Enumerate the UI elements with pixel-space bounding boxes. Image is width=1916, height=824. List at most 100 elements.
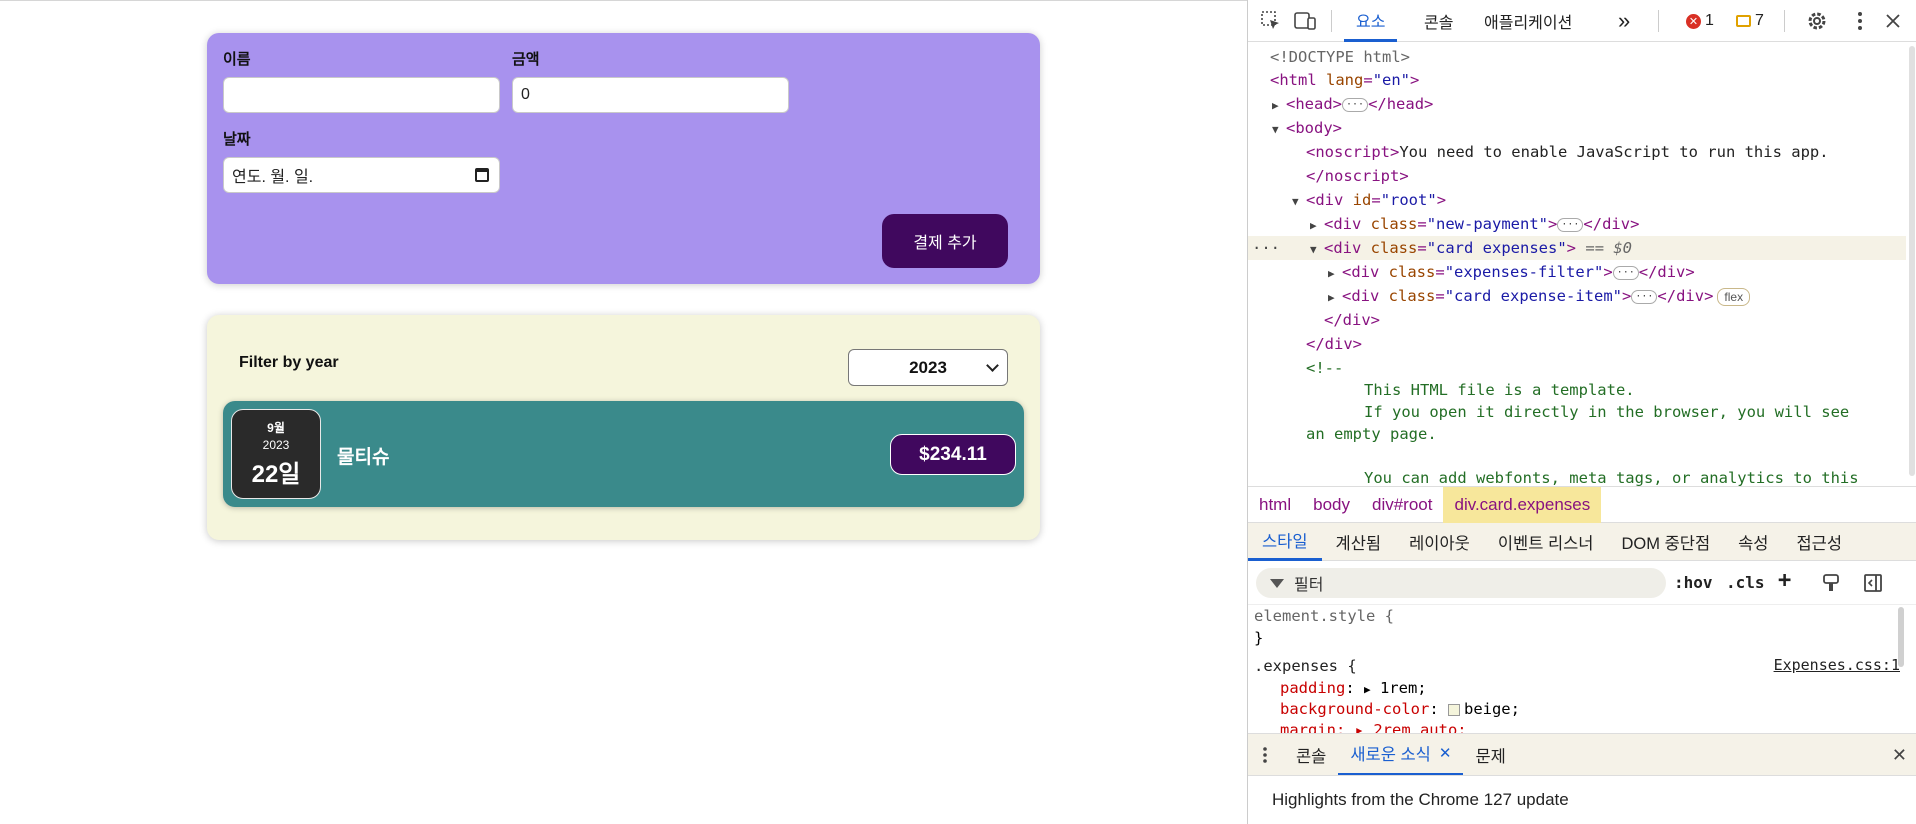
expand-triangle-icon[interactable]: ▶ [1272, 94, 1286, 118]
expand-triangle-icon[interactable]: ▶ [1328, 286, 1342, 310]
collapse-triangle-icon[interactable]: ▼ [1310, 238, 1324, 262]
dom-node-noscript[interactable]: <noscript>You need to enable JavaScript … [1248, 140, 1906, 164]
color-swatch[interactable] [1447, 703, 1460, 716]
devtools-panel: 요소 콘솔 애플리케이션 » ✕ 1 7 <!DOCTYPE html> <ht… [1247, 0, 1916, 824]
breadcrumb-html[interactable]: html [1248, 487, 1302, 523]
dom-node-body[interactable]: ▼ <body> [1248, 116, 1906, 140]
collapse-triangle-icon[interactable]: ▼ [1292, 190, 1306, 214]
name-label: 이름 [223, 51, 251, 68]
dom-comment-line: You can add webfonts, meta tags, or anal… [1364, 469, 1859, 486]
name-input[interactable] [223, 77, 500, 113]
dom-node-expense-item[interactable]: ▶ <div class="card expense-item"> ··· </div… [1248, 284, 1906, 308]
sidebar-toggle-icon[interactable] [1860, 570, 1886, 596]
expand-triangle-icon[interactable]: ▶ [1328, 262, 1342, 286]
whats-new-content: Highlights from the Chrome 127 update [1248, 775, 1916, 824]
tab-layout[interactable]: 레이아웃 [1395, 523, 1484, 561]
expense-item[interactable]: 9월 2023 22일 물티슈 $234.11 [223, 401, 1024, 507]
dom-node-html[interactable]: <html lang="en"> [1248, 68, 1906, 92]
styles-filter-input[interactable]: 필터 [1256, 568, 1666, 598]
year-select[interactable]: 2023 [848, 349, 1008, 386]
collapsed-ellipsis[interactable]: ··· [1557, 217, 1584, 232]
calendar-icon[interactable] [475, 168, 489, 182]
tab-console[interactable]: 콘솔 [1414, 0, 1463, 42]
styles-pane: element.style { } .expenses { Expenses.c… [1248, 605, 1906, 733]
collapsed-ellipsis[interactable]: ··· [1631, 289, 1658, 304]
drawer-tab-whats-new[interactable]: 새로운 소식 ✕ [1338, 734, 1464, 776]
tab-properties[interactable]: 속성 [1724, 523, 1782, 561]
breadcrumb-root[interactable]: div#root [1361, 487, 1443, 523]
more-tabs-icon[interactable]: » [1618, 0, 1630, 42]
padding-declaration[interactable]: padding: ▶ 1rem; [1254, 677, 1427, 699]
element-style-rule[interactable]: element.style { [1254, 605, 1394, 627]
tab-application[interactable]: 애플리케이션 [1474, 0, 1582, 42]
dom-scrollbar[interactable] [1909, 46, 1915, 476]
collapsed-ellipsis[interactable]: ··· [1612, 265, 1639, 280]
close-tab-icon[interactable]: ✕ [1439, 744, 1452, 762]
styles-filter-row: 필터 :hov .cls + [1248, 561, 1916, 605]
add-payment-button[interactable]: 결제 추가 [882, 214, 1008, 268]
chevron-down-icon [986, 359, 999, 372]
cls-toggle[interactable]: .cls [1726, 573, 1765, 592]
dom-node-doctype[interactable]: <!DOCTYPE html> [1248, 45, 1906, 69]
tab-dom-breakpoints[interactable]: DOM 중단점 [1608, 523, 1725, 561]
dom-comment-line: If you open it directly in the browser, … [1364, 403, 1850, 421]
collapse-triangle-icon[interactable]: ▼ [1272, 118, 1286, 142]
expenses-selector[interactable]: .expenses { [1254, 655, 1357, 677]
devtools-toolbar: 요소 콘솔 애플리케이션 » ✕ 1 7 [1248, 0, 1916, 42]
breadcrumb-body[interactable]: body [1302, 487, 1361, 523]
error-badge[interactable]: ✕ 1 [1686, 12, 1714, 30]
background-color-declaration[interactable]: background-color: beige; [1254, 698, 1520, 720]
message-badge[interactable]: 7 [1736, 12, 1764, 30]
close-drawer-icon[interactable]: ✕ [1892, 745, 1907, 766]
hov-toggle[interactable]: :hov [1674, 573, 1713, 592]
expense-year: 2023 [262, 438, 290, 452]
date-input[interactable]: 연도. 월. 일. [223, 157, 500, 193]
dom-node-card-expenses-close[interactable]: </div> [1248, 308, 1906, 332]
expand-triangle-icon[interactable]: ▶ [1310, 214, 1324, 238]
margin-declaration[interactable]: margin: ▸ 2rem auto; [1254, 719, 1467, 733]
breadcrumb-card-expenses[interactable]: div.card.expenses [1443, 486, 1602, 523]
plus-icon[interactable]: + [1778, 568, 1791, 593]
date-label: 날짜 [223, 131, 251, 148]
close-icon[interactable] [1880, 8, 1906, 34]
expand-triangle-icon[interactable]: ▶ [1364, 683, 1371, 696]
dom-node-head[interactable]: ▶ <head> ··· </head> [1248, 92, 1906, 116]
error-icon: ✕ [1686, 13, 1701, 29]
tab-elements[interactable]: 요소 [1344, 0, 1398, 42]
source-link[interactable]: Expenses.css:1 [1774, 656, 1900, 674]
dom-node-noscript-close[interactable]: </noscript> [1248, 164, 1906, 188]
flex-badge[interactable]: flex [1717, 287, 1751, 306]
dom-node-comment[interactable]: <!-- [1248, 356, 1906, 380]
expense-date: 9월 2023 22일 [231, 409, 321, 499]
message-icon [1736, 15, 1751, 27]
inspect-element-icon[interactable] [1258, 8, 1284, 34]
app-viewport: 이름 금액 0 날짜 연도. 월. 일. 결제 추가 Filter by yea… [0, 0, 1247, 824]
dom-node-expenses-filter[interactable]: ▶ <div class="expenses-filter"> ··· </div> [1248, 260, 1906, 284]
drawer-tab-console[interactable]: 콘솔 [1284, 734, 1338, 776]
date-placeholder: 연도. 월. 일. [232, 169, 314, 186]
tab-accessibility[interactable]: 접근성 [1783, 523, 1857, 561]
toolbar-divider [1331, 10, 1332, 32]
filter-by-year-label: Filter by year [239, 354, 339, 371]
drawer-tab-issues[interactable]: 문제 [1463, 734, 1517, 776]
node-actions-icon[interactable]: ··· [1252, 236, 1280, 260]
collapsed-ellipsis[interactable]: ··· [1342, 97, 1369, 112]
dom-tree: <!DOCTYPE html> <html lang="en"> ▶ <head>… [1248, 42, 1916, 486]
styles-subtabs: 스타일 계산됨 레이아웃 이벤트 리스너 DOM 중단점 속성 접근성 [1248, 523, 1916, 561]
gear-icon[interactable] [1804, 8, 1830, 34]
dom-node-root-close[interactable]: </div> [1248, 332, 1906, 356]
styles-scrollbar[interactable] [1898, 607, 1904, 667]
dom-comment-line: This HTML file is a template. [1364, 381, 1635, 399]
breadcrumb: html body div#root div.card.expenses [1248, 486, 1916, 523]
amount-input[interactable]: 0 [512, 77, 789, 113]
drawer-menu-icon[interactable] [1248, 734, 1284, 776]
dom-node-new-payment[interactable]: ▶ <div class="new-payment"> ··· </div> [1248, 212, 1906, 236]
dom-node-root[interactable]: ▼ <div id="root"> [1248, 188, 1906, 212]
dom-node-card-expenses[interactable]: ··· ▼ <div class="card expenses"> == $0 [1248, 236, 1906, 260]
device-toolbar-icon[interactable] [1292, 8, 1318, 34]
tab-event-listeners[interactable]: 이벤트 리스너 [1484, 523, 1608, 561]
tab-computed[interactable]: 계산됨 [1322, 523, 1396, 561]
paint-brush-icon[interactable] [1818, 570, 1844, 596]
kebab-menu-icon[interactable] [1847, 8, 1873, 34]
tab-styles[interactable]: 스타일 [1248, 523, 1322, 561]
